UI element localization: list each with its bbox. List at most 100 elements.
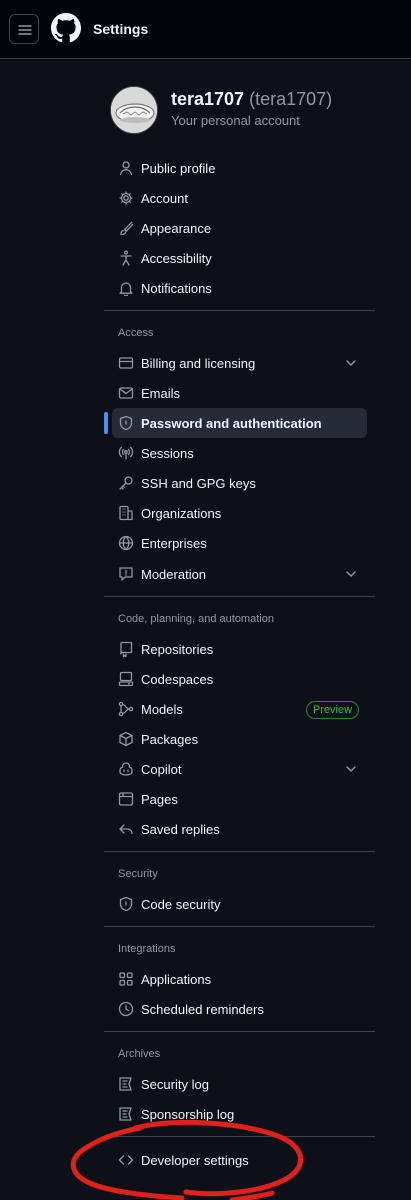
sidebar-item-sessions[interactable]: Sessions (112, 438, 367, 468)
preview-badge: Preview (306, 701, 359, 719)
sidebar-item-label: Accessibility (141, 251, 212, 266)
sidebar-item-security-log[interactable]: Security log (112, 1069, 367, 1099)
sidebar-item-notifications[interactable]: Notifications (112, 273, 367, 303)
paintbrush-icon (120, 221, 134, 236)
section-heading-code: Code, planning, and automation (118, 613, 274, 625)
sidebar-item-label: Pages (141, 792, 178, 807)
sidebar-item-label: Developer settings (141, 1153, 249, 1168)
top-bar: Settings (0, 0, 411, 59)
sidebar-item-label: Appearance (141, 221, 212, 236)
sidebar-item-appearance[interactable]: Appearance (112, 213, 367, 243)
sidebar-item-applications[interactable]: Applications (112, 964, 367, 994)
sidebar-item-pages[interactable]: Pages (112, 784, 367, 814)
sidebar-item-billing[interactable]: Billing and licensing (112, 348, 367, 378)
sidebar-item-label: Account (141, 191, 188, 206)
section-heading-access: Access (118, 327, 154, 339)
report-icon (119, 567, 133, 581)
section-divider (104, 1031, 375, 1032)
section-divider (104, 596, 375, 597)
section-divider (104, 310, 375, 311)
person-icon (119, 161, 133, 176)
code-icon (118, 1155, 134, 1165)
sidebar-item-ssh-gpg-keys[interactable]: SSH and GPG keys (112, 468, 367, 498)
sidebar-item-developer-settings[interactable]: Developer settings (112, 1145, 367, 1175)
page-title: Settings (93, 21, 149, 37)
sidebar-item-repositories[interactable]: Repositories (112, 634, 367, 664)
sidebar-item-scheduled-reminders[interactable]: Scheduled reminders (112, 994, 367, 1024)
sidebar-item-label: Moderation (141, 567, 207, 582)
sidebar-item-label: Security log (141, 1077, 209, 1092)
sidebar-item-label: Emails (141, 386, 181, 401)
sidebar-item-packages[interactable]: Packages (112, 724, 367, 754)
shield-lock-icon (119, 415, 133, 431)
codespaces-icon (118, 671, 134, 687)
models-icon (118, 701, 134, 717)
sidebar-item-emails[interactable]: Emails (112, 378, 367, 408)
sidebar-item-codespaces[interactable]: Codespaces (112, 664, 367, 694)
shield-lock-icon (119, 896, 133, 912)
sidebar-item-label: Packages (141, 732, 199, 747)
broadcast-icon (118, 446, 134, 460)
chevron-down-icon[interactable] (343, 566, 359, 582)
sidebar-item-label: Sessions (141, 446, 194, 461)
section-divider (104, 1136, 375, 1137)
hamburger-icon (18, 25, 32, 35)
log-icon (119, 1077, 132, 1091)
sidebar-item-public-profile[interactable]: Public profile (112, 153, 367, 183)
accessibility-icon (120, 250, 132, 266)
sidebar-item-label: Code security (141, 897, 221, 912)
key-icon (119, 476, 133, 490)
sidebar-item-label: Notifications (141, 281, 212, 296)
sidebar-item-moderation[interactable]: Moderation (112, 559, 367, 589)
sidebar-item-code-security[interactable]: Code security (112, 889, 367, 919)
chevron-down-icon[interactable] (343, 355, 359, 371)
copilot-icon (119, 762, 133, 776)
profile-name[interactable]: tera1707 (tera1707) (171, 89, 332, 110)
sidebar-item-label: Models (141, 702, 183, 717)
sidebar-item-label: Enterprises (141, 536, 207, 551)
log-icon (119, 1107, 132, 1121)
sidebar-item-label: Public profile (141, 161, 216, 176)
chevron-down-icon[interactable] (343, 761, 359, 777)
bell-icon (119, 282, 133, 296)
username: tera1707 (171, 89, 245, 109)
sidebar-item-enterprises[interactable]: Enterprises (112, 528, 367, 558)
gear-icon (119, 191, 133, 205)
sidebar-item-label: Codespaces (141, 672, 214, 687)
section-heading-integrations: Integrations (118, 943, 176, 955)
sidebar-item-accessibility[interactable]: Accessibility (112, 243, 367, 273)
section-heading-security: Security (118, 868, 158, 880)
mail-icon (118, 387, 134, 399)
package-icon (119, 731, 133, 747)
sidebar-item-label: Scheduled reminders (141, 1002, 264, 1017)
apps-icon (119, 972, 133, 986)
browser-icon (118, 792, 134, 806)
sidebar-item-label: Saved replies (141, 822, 220, 837)
clock-icon (118, 1001, 134, 1017)
hamburger-menu-button[interactable] (9, 14, 39, 44)
sidebar-item-label: Applications (141, 972, 212, 987)
sidebar-item-password-authentication[interactable]: Password and authentication (112, 408, 367, 438)
organization-icon (119, 505, 133, 521)
section-heading-archives: Archives (118, 1048, 161, 1060)
sidebar-item-label: Password and authentication (141, 416, 322, 431)
repo-icon (120, 641, 133, 657)
active-indicator (104, 412, 108, 434)
sidebar-item-account[interactable]: Account (112, 183, 367, 213)
sidebar-item-sponsorship-log[interactable]: Sponsorship log (112, 1099, 367, 1129)
sidebar-item-label: Sponsorship log (141, 1107, 235, 1122)
sidebar-item-label: Repositories (141, 642, 214, 657)
sidebar-item-organizations[interactable]: Organizations (112, 498, 367, 528)
sidebar-item-label: SSH and GPG keys (141, 476, 256, 491)
avatar[interactable] (110, 86, 158, 134)
account-subtitle: Your personal account (171, 113, 300, 128)
sidebar-item-label: Billing and licensing (141, 356, 256, 371)
user-handle: (tera1707) (249, 89, 333, 109)
sidebar-item-saved-replies[interactable]: Saved replies (112, 814, 367, 844)
sidebar-item-label: Copilot (141, 762, 182, 777)
avatar-image (111, 87, 157, 133)
sidebar-item-label: Organizations (141, 506, 222, 521)
sidebar-item-copilot[interactable]: Copilot (112, 754, 367, 784)
github-logo-icon[interactable] (51, 13, 81, 43)
section-divider (104, 851, 375, 852)
